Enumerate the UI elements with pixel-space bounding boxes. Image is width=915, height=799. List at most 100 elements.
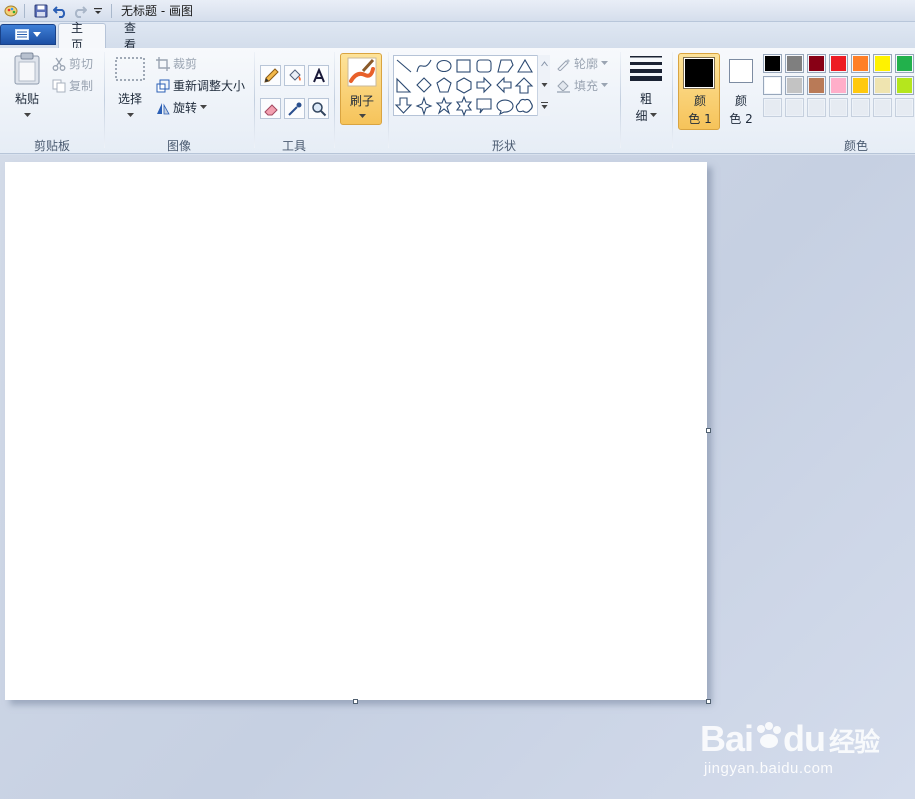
palette-swatch-color (897, 78, 912, 93)
color2-button[interactable]: 颜 色 2 (724, 54, 758, 128)
shapes-gallery-scroll[interactable] (537, 55, 550, 116)
palette-swatch-color (809, 78, 824, 93)
select-button[interactable]: 选择 (112, 56, 148, 124)
paste-label: 粘贴 (14, 92, 39, 106)
outline-button[interactable]: 轮廓 (556, 55, 609, 72)
color1-label-bottom: 色 1 (688, 112, 712, 126)
palette-swatch-color (853, 100, 868, 115)
palette-swatch[interactable] (851, 98, 870, 117)
watermark-du: du (783, 718, 826, 759)
paste-icon (14, 52, 40, 85)
palette-swatch[interactable] (829, 98, 848, 117)
text-icon (312, 67, 325, 82)
color-picker-tool[interactable] (284, 98, 305, 119)
palette-swatch-color (853, 56, 868, 71)
outline-icon (557, 59, 570, 71)
brushes-button[interactable]: 刷子 (340, 53, 382, 125)
palette-swatch[interactable] (895, 98, 914, 117)
palette-swatch[interactable] (895, 76, 914, 95)
fill-label: 填充 (574, 79, 599, 93)
save-icon[interactable] (33, 3, 49, 19)
palette-swatch-color (875, 100, 890, 115)
palette-swatch-color (765, 78, 780, 93)
magnifier-tool[interactable] (308, 98, 329, 119)
rotate-dropdown-icon (200, 105, 208, 109)
palette-swatch[interactable] (895, 54, 914, 73)
colors-group-label: 颜色 (843, 139, 868, 153)
palette-swatch[interactable] (873, 54, 892, 73)
cut-button[interactable]: 剪切 (52, 55, 93, 72)
undo-icon[interactable] (52, 3, 68, 19)
color2-swatch (731, 61, 751, 81)
qat-separator (111, 3, 112, 18)
color1-swatch-frame (683, 57, 715, 89)
eraser-tool[interactable] (260, 98, 281, 119)
select-dropdown-icon (126, 113, 134, 117)
palette-swatch-color (831, 78, 846, 93)
palette-swatch[interactable] (829, 54, 848, 73)
brush-icon (347, 57, 377, 87)
text-tool[interactable] (308, 65, 329, 86)
select-label: 选择 (117, 92, 142, 106)
resize-handle-right[interactable] (706, 428, 711, 433)
tab-view[interactable]: 查看 (112, 21, 158, 52)
gallery-scroll-icons (541, 61, 548, 109)
customize-qat-icon[interactable] (90, 3, 106, 19)
palette-swatch[interactable] (829, 76, 848, 95)
copy-button[interactable]: 复制 (52, 77, 93, 94)
drawing-canvas[interactable] (5, 162, 707, 700)
fill-bucket-icon (288, 68, 301, 81)
rotate-label: 旋转 (173, 101, 198, 115)
color1-button[interactable]: 颜 色 1 (678, 53, 720, 130)
clipboard-group-label: 剪贴板 (33, 139, 70, 153)
brushes-dropdown-icon (359, 114, 366, 118)
palette-swatch[interactable] (851, 54, 870, 73)
rotate-button[interactable]: 旋转 (156, 99, 208, 116)
color1-label-top: 颜 (693, 94, 706, 108)
paste-button[interactable]: 粘贴 (8, 52, 46, 122)
palette-swatch[interactable] (873, 76, 892, 95)
palette-swatch[interactable] (785, 76, 804, 95)
palette-swatch[interactable] (851, 76, 870, 95)
palette-swatch[interactable] (763, 76, 782, 95)
fill-tool[interactable] (284, 65, 305, 86)
palette-swatch[interactable] (807, 54, 826, 73)
qat-separator (24, 3, 25, 18)
palette-swatch[interactable] (763, 54, 782, 73)
pencil-tool[interactable] (260, 65, 281, 86)
palette-swatch-color (787, 56, 802, 71)
palette-swatch[interactable] (785, 54, 804, 73)
palette-swatch-color (809, 100, 824, 115)
resize-icon (156, 79, 170, 92)
resize-handle-bottom[interactable] (353, 699, 358, 704)
size-button[interactable]: 粗 细 (626, 54, 666, 128)
palette-swatch[interactable] (785, 98, 804, 117)
rotate-icon (157, 102, 170, 114)
group-divider (334, 52, 335, 148)
baidu-watermark: Bai du 经验 jingyan.baidu.com (700, 700, 880, 785)
resize-button[interactable]: 重新调整大小 (156, 77, 245, 94)
tab-home[interactable]: 主页 (58, 21, 106, 52)
palette-swatch[interactable] (807, 98, 826, 117)
palette-swatch[interactable] (873, 98, 892, 117)
size-dropdown-icon (649, 113, 657, 117)
watermark-logo: Bai du 经验 (700, 718, 880, 760)
redo-icon[interactable] (71, 3, 87, 19)
palette-swatch-color (787, 78, 802, 93)
crop-button[interactable]: 裁剪 (156, 55, 197, 72)
paint-app-icon[interactable] (3, 3, 19, 19)
palette-swatch-color (875, 56, 890, 71)
palette-swatch-color (897, 100, 912, 115)
palette-swatch[interactable] (807, 76, 826, 95)
group-divider (254, 52, 255, 148)
palette-swatch-color (897, 56, 912, 71)
fill-button[interactable]: 填充 (556, 77, 609, 94)
paint-menu-button[interactable] (0, 24, 56, 45)
palette-swatch[interactable] (763, 98, 782, 117)
group-divider (104, 52, 105, 148)
crop-icon (156, 56, 170, 71)
color2-label-top: 颜 (734, 94, 747, 108)
cut-label: 剪切 (69, 57, 94, 71)
palette-swatch-color (831, 100, 846, 115)
palette-swatch-color (831, 56, 846, 71)
